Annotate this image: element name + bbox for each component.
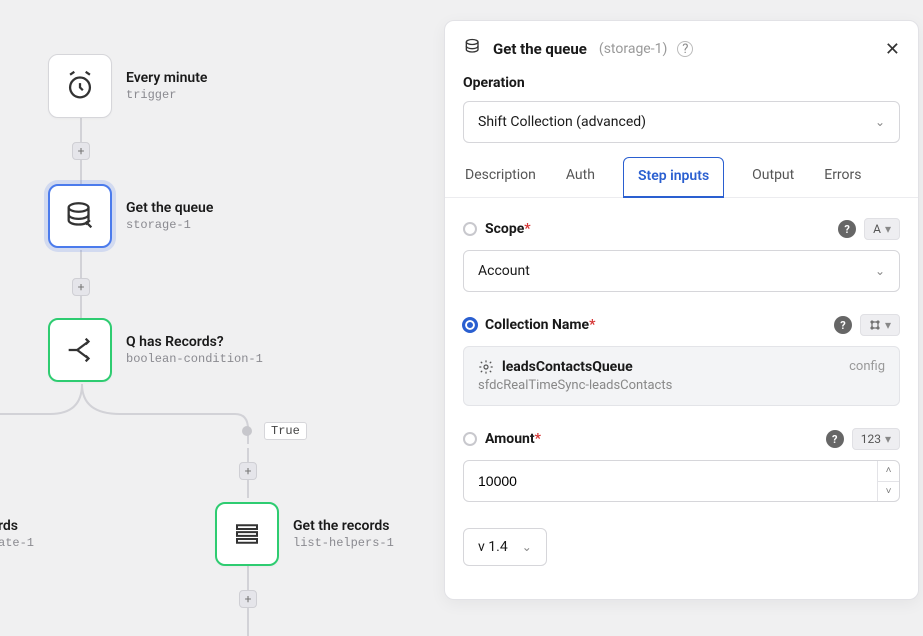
operation-value: Shift Collection (advanced) (478, 114, 646, 130)
type-pill-number[interactable]: 123 ▾ (852, 428, 900, 450)
node-trigger[interactable]: Every minute trigger (48, 54, 207, 118)
node-title: Get the queue (126, 200, 213, 216)
field-collection-name: Collection Name* ? ▾ leadsContactsQueue … (463, 314, 900, 406)
close-icon[interactable]: ✕ (885, 39, 900, 60)
type-pill-text[interactable]: A ▾ (864, 218, 900, 240)
tab-output[interactable]: Output (750, 157, 796, 197)
node-title: Q has Records? (126, 334, 263, 350)
branch-dot (242, 426, 252, 436)
panel-step-id: (storage-1) (599, 41, 667, 57)
node-has-records[interactable]: Q has Records? boolean-condition-1 (48, 318, 263, 382)
node-subtitle: storage-1 (126, 218, 213, 232)
amount-input[interactable] (463, 460, 900, 502)
node-subtitle: trigger (126, 88, 207, 102)
node-offscreen[interactable]: rds ate-1 (0, 502, 34, 566)
node-subtitle: list-helpers-1 (293, 536, 394, 550)
storage-icon (463, 37, 483, 61)
config-pill-icon (869, 319, 881, 331)
field-amount: Amount* ? 123 ▾ ˄ ˅ (463, 428, 900, 502)
help-icon[interactable]: ? (677, 41, 693, 57)
gear-icon (478, 359, 494, 375)
help-icon[interactable]: ? (838, 220, 856, 238)
tab-step-inputs[interactable]: Step inputs (623, 157, 724, 198)
operation-label: Operation (445, 71, 918, 101)
scope-value: Account (478, 263, 530, 279)
branch-connector (0, 384, 260, 444)
help-icon[interactable]: ? (826, 430, 844, 448)
node-title: Every minute (126, 70, 207, 86)
clock-icon (63, 69, 97, 103)
field-label: Collection Name* (485, 317, 826, 333)
chevron-down-icon: ⌄ (875, 264, 885, 278)
node-subtitle: ate-1 (0, 536, 34, 550)
panel-header: Get the queue (storage-1) ? ✕ (445, 21, 918, 71)
node-subtitle: boolean-condition-1 (126, 352, 263, 366)
field-radio[interactable] (463, 432, 477, 446)
node-title: rds (0, 518, 34, 534)
collection-name: leadsContactsQueue (502, 359, 633, 375)
scope-select[interactable]: Account ⌄ (463, 250, 900, 292)
panel-tabs: Description Auth Step inputs Output Erro… (445, 157, 918, 198)
step-down-icon[interactable]: ˅ (878, 482, 899, 502)
collection-value-box[interactable]: leadsContactsQueue config sfdcRealTimeSy… (463, 346, 900, 406)
node-title: Get the records (293, 518, 394, 534)
help-icon[interactable]: ? (834, 316, 852, 334)
version-select[interactable]: v 1.4 ⌄ (463, 528, 547, 566)
field-radio[interactable] (463, 222, 477, 236)
add-step-button[interactable]: + (72, 278, 90, 296)
step-up-icon[interactable]: ˄ (878, 461, 899, 482)
chevron-down-icon: ⌄ (522, 540, 532, 554)
version-value: v 1.4 (478, 539, 508, 555)
storage-icon (63, 199, 97, 233)
tab-description[interactable]: Description (463, 157, 538, 197)
step-config-panel: Get the queue (storage-1) ? ✕ Operation … (444, 20, 919, 600)
operation-select[interactable]: Shift Collection (advanced) ⌄ (463, 101, 900, 143)
branch-icon (63, 333, 97, 367)
node-get-records[interactable]: Get the records list-helpers-1 (215, 502, 394, 566)
add-step-button[interactable]: + (239, 462, 257, 480)
branch-true-label: True (264, 422, 307, 440)
list-icon (232, 519, 262, 549)
tab-errors[interactable]: Errors (822, 157, 863, 197)
chevron-down-icon: ⌄ (875, 115, 885, 129)
type-pill-config[interactable]: ▾ (860, 314, 900, 336)
panel-title: Get the queue (493, 40, 587, 58)
add-step-button[interactable]: + (72, 142, 90, 160)
field-label: Scope* (485, 221, 830, 237)
amount-stepper[interactable]: ˄ ˅ (877, 461, 899, 501)
config-label: config (849, 359, 885, 374)
node-get-queue[interactable]: Get the queue storage-1 (48, 184, 213, 248)
collection-path: sfdcRealTimeSync-leadsContacts (478, 378, 885, 393)
add-step-button[interactable]: + (239, 590, 257, 608)
tab-auth[interactable]: Auth (564, 157, 597, 197)
field-label: Amount* (485, 431, 818, 447)
field-scope: Scope* ? A ▾ Account ⌄ (463, 218, 900, 292)
field-radio[interactable] (463, 318, 477, 332)
